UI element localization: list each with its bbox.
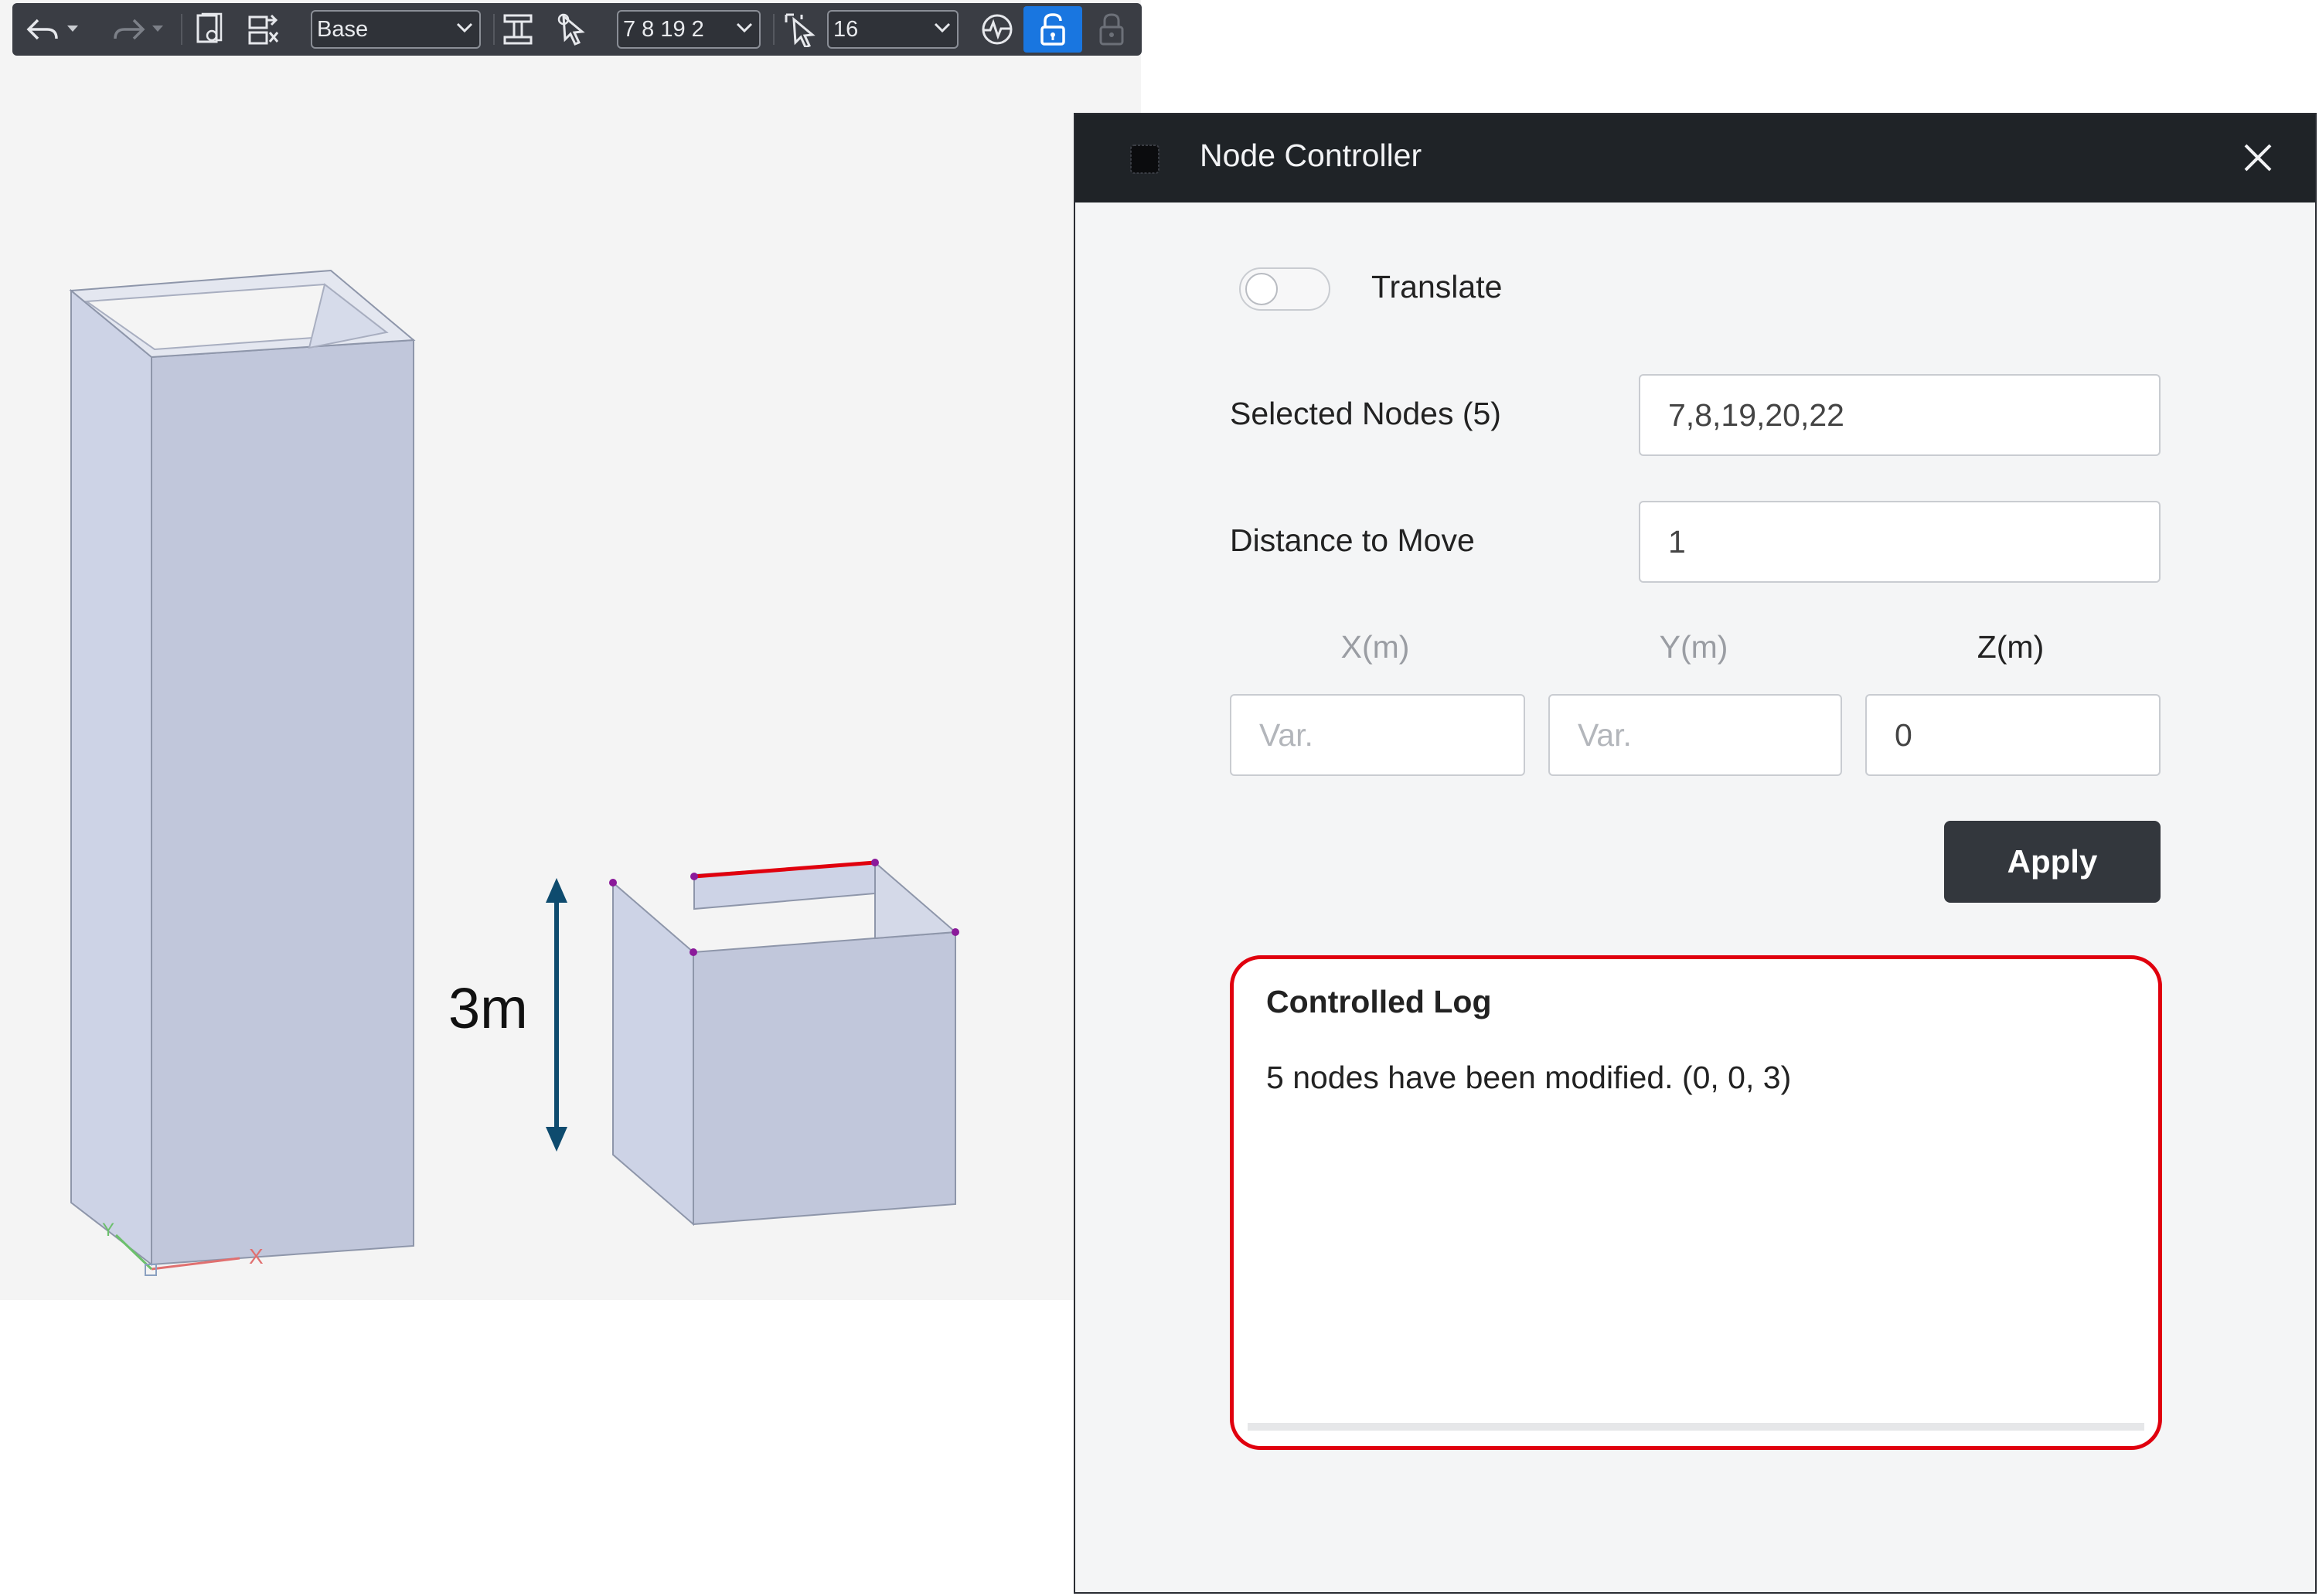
- grid-icon[interactable]: [241, 9, 281, 49]
- toolbar-divider: [181, 14, 182, 45]
- pointer-icon[interactable]: [553, 9, 594, 49]
- undo-dropdown-icon[interactable]: [63, 9, 82, 49]
- z-axis-label: Z(m): [1977, 629, 2045, 665]
- y-axis-label: Y(m): [1659, 629, 1728, 665]
- toolbar-divider: [493, 14, 495, 45]
- lock-icon[interactable]: [1091, 9, 1132, 49]
- 3d-viewport[interactable]: 3m X Y: [0, 0, 1141, 1300]
- selected-nodes-label: Selected Nodes (5): [1230, 396, 1501, 431]
- count-dropdown[interactable]: 16: [827, 10, 959, 49]
- page-icon[interactable]: [189, 9, 229, 49]
- distance-field[interactable]: 1: [1639, 501, 2161, 583]
- app-logo-icon: [1130, 145, 1160, 174]
- axis-x-label: X: [249, 1244, 264, 1268]
- y-input[interactable]: Var.: [1548, 694, 1842, 776]
- lock-open-icon[interactable]: [1023, 6, 1082, 53]
- chevron-down-icon: [456, 22, 473, 33]
- close-icon[interactable]: [2241, 141, 2275, 175]
- redo-dropdown-icon[interactable]: [148, 9, 167, 49]
- translate-label: Translate: [1371, 269, 1503, 305]
- main-toolbar: Base 7 8 19 2 16: [12, 3, 1142, 56]
- story-dropdown-value: Base: [317, 17, 369, 42]
- dimension-label: 3m: [448, 976, 528, 1040]
- translate-toggle[interactable]: [1239, 267, 1330, 311]
- node-controller-dialog: Node Controller Translate Selected Nodes…: [1074, 113, 2317, 1594]
- small-box-shape: [612, 860, 958, 1227]
- dialog-title: Node Controller: [1200, 138, 1422, 173]
- log-divider: [1248, 1423, 2144, 1431]
- z-input[interactable]: 0: [1865, 694, 2161, 776]
- toolbar-divider: [773, 14, 775, 45]
- controlled-log-panel: Controlled Log 5 nodes have been modifie…: [1230, 955, 2162, 1450]
- apply-button[interactable]: Apply: [1944, 821, 2161, 903]
- dimension-arrow: [546, 878, 567, 1152]
- x-input[interactable]: Var.: [1230, 694, 1525, 776]
- section-icon[interactable]: [498, 9, 538, 49]
- axis-y-label: Y: [102, 1220, 115, 1240]
- toggle-knob: [1245, 273, 1278, 305]
- selected-nodes-field[interactable]: 7,8,19,20,22: [1639, 374, 2161, 456]
- undo-icon[interactable]: [23, 9, 63, 49]
- model-scene: [69, 269, 959, 1276]
- dialog-header[interactable]: Node Controller: [1075, 114, 2315, 202]
- story-dropdown[interactable]: Base: [311, 10, 481, 49]
- nodes-dropdown[interactable]: 7 8 19 2: [617, 10, 761, 49]
- chevron-down-icon: [736, 22, 753, 33]
- x-axis-label: X(m): [1340, 629, 1410, 665]
- tall-column-shape: [69, 269, 416, 1267]
- count-dropdown-value: 16: [833, 17, 859, 42]
- redo-icon[interactable]: [108, 9, 148, 49]
- log-title: Controlled Log: [1266, 984, 1492, 1019]
- chevron-down-icon: [934, 22, 951, 33]
- distance-label: Distance to Move: [1230, 522, 1475, 558]
- nodes-dropdown-value: 7 8 19 2: [623, 17, 704, 42]
- plot-icon[interactable]: [977, 9, 1017, 49]
- multi-select-icon[interactable]: [781, 9, 821, 49]
- log-entry: 5 nodes have been modified. (0, 0, 3): [1266, 1060, 1792, 1095]
